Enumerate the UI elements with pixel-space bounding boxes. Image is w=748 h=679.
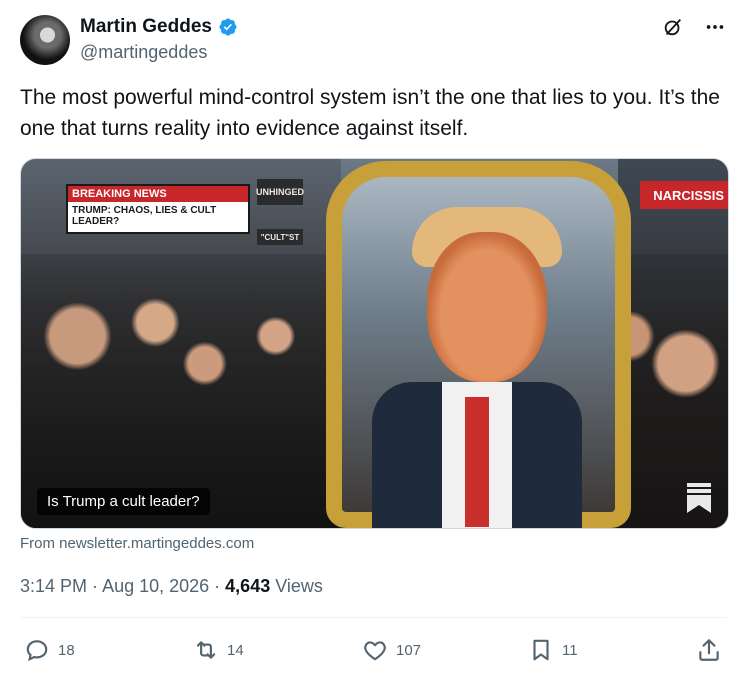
reply-count: 18 [58, 641, 75, 659]
link-source[interactable]: From newsletter.martingeddes.com [20, 535, 254, 552]
sign-unhinged: UNHINGED [256, 179, 304, 205]
reply-icon [26, 640, 48, 662]
tweet-text: The most powerful mind-control system is… [20, 86, 720, 140]
meta-separator: · [87, 576, 103, 596]
sign-cult: "CULT"ST [257, 229, 303, 245]
avatar[interactable] [20, 15, 70, 65]
like-count: 107 [396, 641, 422, 659]
tweet-meta: 3:14 PM · Aug 10, 2026 · 4,643 Views [20, 576, 323, 597]
tweet-time[interactable]: 3:14 PM [20, 576, 87, 596]
author-handle[interactable]: @martingeddes [80, 42, 207, 63]
divider [20, 617, 727, 618]
like-button[interactable]: 107 [362, 637, 421, 663]
tweet-date[interactable]: Aug 10, 2026 [102, 576, 209, 596]
bookmark-count: 11 [562, 641, 578, 659]
bookmark-stack-icon [687, 483, 711, 513]
mirror-figure-face [427, 232, 547, 382]
media-caption[interactable]: Is Trump a cult leader? [37, 488, 210, 515]
verified-badge-icon [219, 18, 237, 36]
heart-icon [364, 641, 386, 661]
views-count: 4,643 [225, 576, 271, 596]
retweet-count: 14 [227, 641, 244, 659]
share-icon [699, 639, 719, 661]
retweet-icon [196, 641, 216, 659]
action-bar: 18 14 107 11 [0, 633, 748, 667]
grok-icon[interactable] [660, 14, 686, 40]
bookmark-icon [533, 639, 549, 661]
reply-button[interactable]: 18 [24, 637, 75, 663]
sign-narcissist: NARCISSIS [640, 181, 728, 209]
gold-mirror [326, 161, 631, 528]
views-label: Views [270, 576, 323, 596]
bookmark-button[interactable]: 11 [528, 637, 578, 663]
tweet-media-image[interactable]: BREAKING NEWS TRUMP: CHAOS, LIES & CULT … [20, 158, 729, 529]
mirror-figure-tie [465, 397, 489, 527]
breaking-news-banner: BREAKING NEWS TRUMP: CHAOS, LIES & CULT … [66, 184, 250, 234]
retweet-button[interactable]: 14 [193, 637, 244, 663]
share-button[interactable] [696, 637, 722, 663]
banner-headline: BREAKING NEWS [68, 186, 248, 202]
header-actions [660, 14, 728, 40]
banner-subline: TRUMP: CHAOS, LIES & CULT LEADER? [72, 205, 217, 227]
meta-separator: · [209, 576, 226, 596]
more-icon[interactable] [702, 14, 728, 40]
author-name[interactable]: Martin Geddes [80, 16, 212, 38]
author-name-row[interactable]: Martin Geddes [80, 16, 238, 38]
